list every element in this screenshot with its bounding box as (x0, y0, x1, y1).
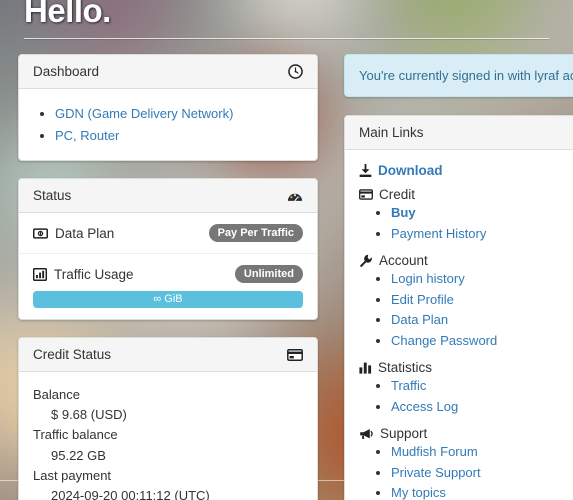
tachometer-icon (287, 189, 303, 203)
main-link-login-history[interactable]: Login history (391, 271, 465, 286)
main-links-head-download: Download (359, 163, 573, 178)
credit-value-balance: $ 9.68 (USD) (51, 407, 127, 423)
list-item: Buy (391, 203, 573, 224)
list-item: Data Plan (391, 310, 573, 331)
status-panel-title: Status (33, 188, 72, 203)
main-links-sublist-support: Mudfish Forum Private Support My topics (391, 442, 573, 500)
status-panel-heading: Status (19, 179, 317, 213)
main-links-label-statistics: Statistics (378, 360, 433, 376)
list-item: Traffic (391, 376, 573, 397)
main-links-panel-body: Download Credit • Buy • Payment History … (345, 150, 573, 500)
data-plan-label: Data Plan (55, 225, 115, 241)
dashboard-link-list: GDN (Game Delivery Network) PC, Router (55, 104, 303, 145)
dashboard-clock-icon (288, 64, 303, 79)
left-column: Dashboard GDN (Game D (18, 54, 318, 500)
credit-value-traffic-balance: 95.22 GB (51, 447, 106, 463)
credit-term-last-payment: Last payment (33, 467, 112, 483)
signed-in-alert: You're currently signed in with lyraf ac… (344, 54, 573, 97)
main-links-head-credit: Credit (359, 187, 573, 202)
main-links-head-support: Support (359, 426, 573, 441)
traffic-usage-label-group: Traffic Usage (33, 267, 134, 282)
list-item: GDN (Game Delivery Network) (55, 104, 303, 124)
main-links-label-account: Account (379, 253, 428, 269)
list-item: Change Password (391, 331, 573, 352)
credit-term-traffic-balance: Traffic balance (33, 427, 118, 443)
main-links-panel-title: Main Links (359, 125, 424, 140)
dashboard-panel-body: GDN (Game Delivery Network) PC, Router (19, 89, 317, 160)
main-links-section-credit: Credit Buy Payment History (359, 187, 573, 244)
main-links-head-statistics: Statistics (359, 360, 573, 375)
credit-card-icon (359, 189, 373, 200)
signed-in-alert-text: You're currently signed in with lyraf ac… (359, 68, 573, 83)
traffic-usage-progress: ∞ GiB (33, 291, 303, 309)
main-links-label-credit: Credit (379, 187, 416, 202)
main-link-payment-history[interactable]: Payment History (391, 226, 486, 241)
page-title: Hello. (24, 0, 111, 29)
wrench-icon (359, 254, 373, 268)
credit-card-icon (287, 348, 303, 361)
status-panel: Status Data Plan Pay Per Traffic Traffic… (18, 178, 318, 321)
status-row-data-plan: Data Plan Pay Per Traffic (19, 213, 317, 255)
list-item: Login history (391, 269, 573, 290)
list-item: PC, Router (55, 126, 303, 146)
credit-status-panel-title: Credit Status (33, 347, 112, 363)
dashboard-link-pc-router[interactable]: PC, Router (55, 128, 119, 143)
main-link-my-topics[interactable]: My topics (391, 485, 446, 500)
main-links-panel: Main Links Download Credit • Buy • Payme… (344, 115, 573, 500)
list-item: Mudfish Forum (391, 442, 573, 463)
dashboard-panel: Dashboard GDN (Game D (18, 54, 318, 161)
masthead: Hello. (0, 0, 573, 27)
main-links-section-statistics: Statistics Traffic Access Log (359, 360, 573, 417)
bar-chart-icon (33, 267, 47, 281)
credit-value-last-payment: 2024-09-20 00:11:12 (UTC) (51, 487, 210, 500)
main-link-download[interactable]: Download (378, 163, 443, 178)
main-link-private-support[interactable]: Private Support (391, 465, 481, 480)
main-links-sublist-statistics: Traffic Access Log (391, 376, 573, 417)
main-link-access-log[interactable]: Access Log (391, 399, 458, 414)
status-row-list: Data Plan Pay Per Traffic Traffic Usage … (19, 213, 317, 319)
main-links-head-account: Account (359, 253, 573, 268)
bar-chart-icon (359, 362, 372, 374)
main-link-change-password[interactable]: Change Password (391, 333, 497, 348)
main-links-section-support: Support Mudfish Forum Private Support My… (359, 426, 573, 500)
credit-status-panel-body: Balance $ 9.68 (USD) Traffic balance 95.… (19, 372, 317, 500)
masthead-rule (24, 38, 549, 39)
main-links-label-support: Support (380, 426, 428, 442)
dashboard-panel-heading: Dashboard (19, 55, 317, 89)
main-links-sublist-credit: Buy Payment History (391, 203, 573, 244)
list-item: Payment History (391, 224, 573, 245)
main-link-traffic[interactable]: Traffic (391, 378, 426, 393)
main-links-panel-heading: Main Links (345, 116, 573, 150)
money-bill-icon (33, 227, 48, 239)
main-link-buy[interactable]: Buy (391, 205, 416, 220)
credit-status-panel: Credit Status Balance $ 9.68 (USD) Traff… (18, 337, 318, 500)
status-badge-traffic-usage: Unlimited (234, 265, 303, 284)
traffic-usage-label: Traffic Usage (54, 266, 134, 282)
status-row-traffic-usage: Traffic Usage Unlimited ∞ GiB (19, 254, 317, 319)
download-icon (359, 163, 372, 178)
list-item: Access Log (391, 397, 573, 418)
dashboard-link-gdn[interactable]: GDN (Game Delivery Network) (55, 106, 233, 121)
main-links-sublist-account: Login history Edit Profile Data Plan Cha… (391, 269, 573, 351)
data-plan-label-group: Data Plan (33, 226, 114, 241)
main-link-edit-profile[interactable]: Edit Profile (391, 292, 454, 307)
right-column: You're currently signed in with lyraf ac… (344, 54, 573, 500)
dashboard-panel-title: Dashboard (33, 64, 100, 79)
credit-term-balance: Balance (33, 387, 80, 403)
main-link-mudfish-forum[interactable]: Mudfish Forum (391, 444, 478, 459)
main-link-data-plan[interactable]: Data Plan (391, 312, 448, 327)
page-root: Hello. Dashboard • GDN (Game Delivery Ne… (0, 0, 573, 500)
list-item: Private Support (391, 463, 573, 484)
main-links-section-account: Account Login history Edit Profile Data … (359, 253, 573, 351)
credit-status-panel-heading: Credit Status (19, 338, 317, 373)
status-badge-data-plan: Pay Per Traffic (208, 224, 303, 243)
list-item: My topics (391, 483, 573, 500)
list-item: Edit Profile (391, 290, 573, 311)
main-links-section-download: Download (359, 163, 573, 178)
bullhorn-icon (359, 428, 374, 440)
traffic-usage-progress-bar: ∞ GiB (33, 291, 303, 309)
content-columns: Dashboard GDN (Game D (0, 54, 573, 500)
